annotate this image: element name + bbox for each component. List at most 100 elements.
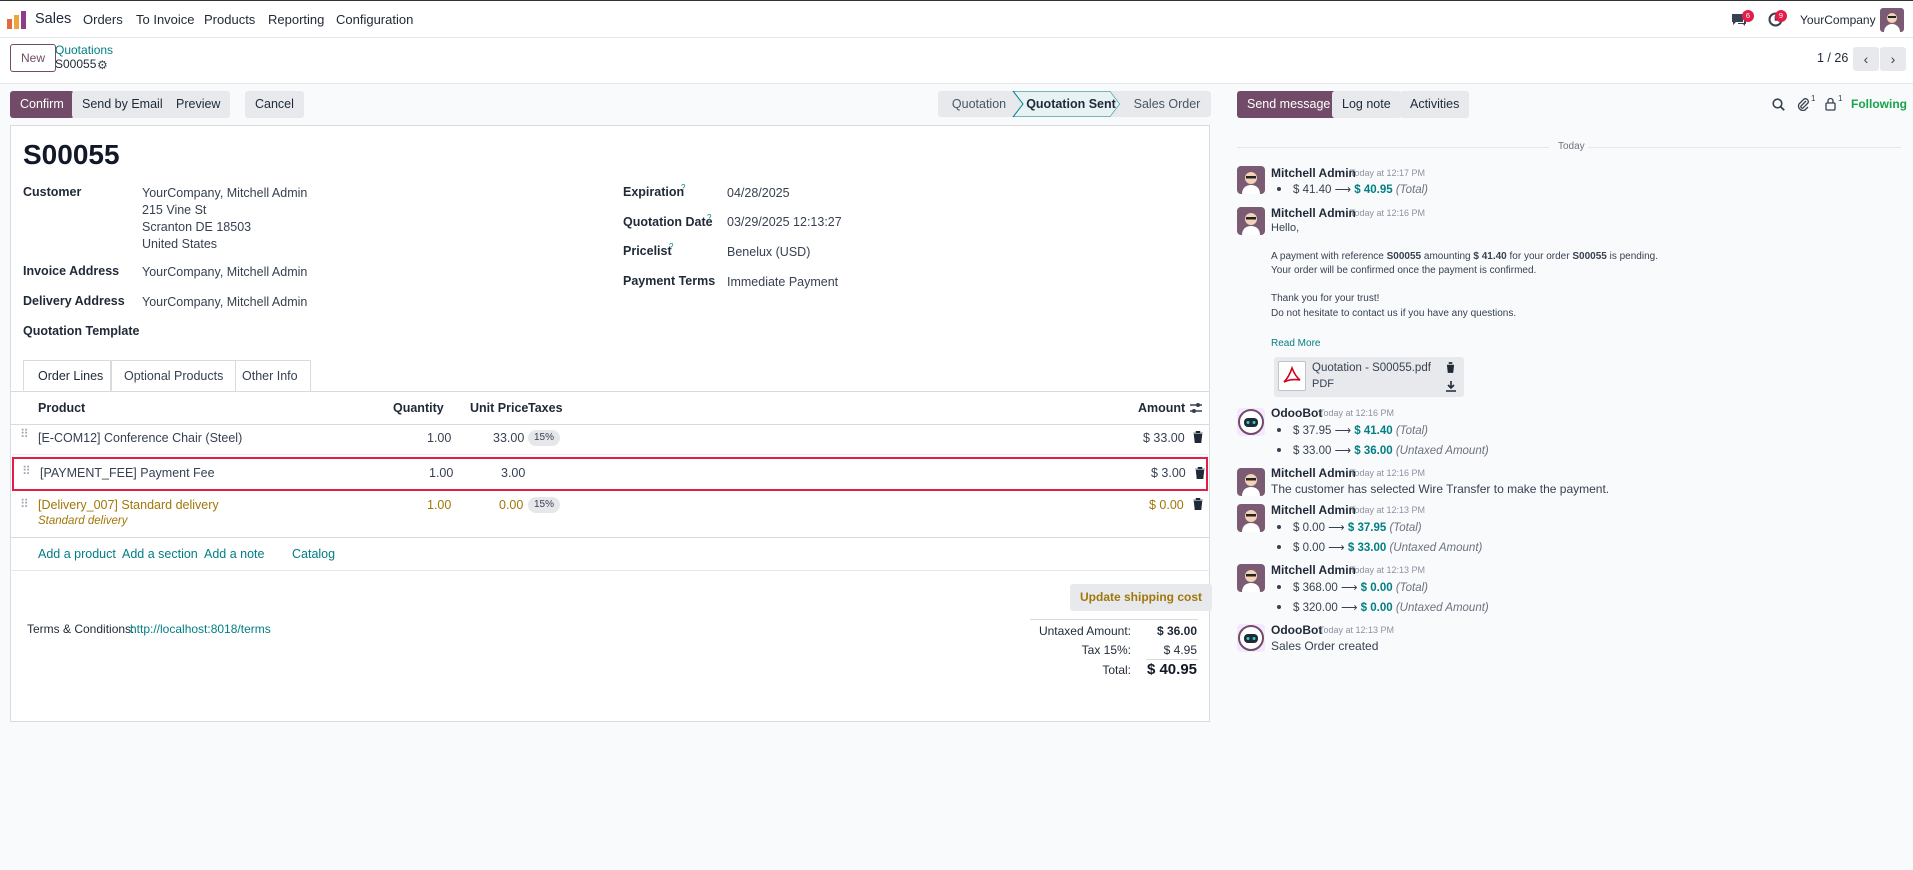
tab-optional-products[interactable]: Optional Products — [111, 360, 237, 391]
line-product[interactable]: [E-COM12] Conference Chair (Steel) — [38, 431, 242, 445]
payment-terms-field[interactable]: Immediate Payment — [727, 275, 838, 289]
line-unit-price[interactable]: 33.00 — [493, 431, 524, 445]
message-author[interactable]: Mitchell Admin — [1271, 466, 1356, 480]
quotation-date-field[interactable]: 03/29/2025 12:13:27 — [727, 215, 842, 229]
avatar[interactable] — [1237, 408, 1265, 436]
lock-icon[interactable] — [1825, 97, 1836, 111]
menu-to-invoice[interactable]: To Invoice — [136, 12, 195, 27]
header-product[interactable]: Product — [38, 401, 85, 415]
avatar[interactable] — [1237, 564, 1265, 592]
breadcrumb-quotations[interactable]: Quotations — [55, 43, 113, 57]
header-unit-price[interactable]: Unit Price — [470, 401, 528, 415]
gear-icon[interactable]: ⚙ — [97, 58, 108, 72]
avatar[interactable] — [1237, 166, 1265, 194]
read-more-link[interactable]: Read More — [1271, 338, 1320, 349]
optional-columns-icon[interactable] — [1190, 402, 1202, 414]
terms-link[interactable]: http://localhost:8018/terms — [130, 622, 271, 636]
menu-configuration[interactable]: Configuration — [336, 12, 413, 27]
customer-street: 215 Vine St — [142, 203, 207, 217]
avatar[interactable] — [1237, 468, 1265, 496]
pricelist-help[interactable]: ? — [669, 242, 673, 251]
attachment-card[interactable]: Quotation - S00055.pdf PDF — [1274, 357, 1464, 397]
expiration-field[interactable]: 04/28/2025 — [727, 186, 790, 200]
preview-button[interactable]: Preview — [166, 91, 231, 118]
message-author[interactable]: Mitchell Admin — [1271, 206, 1356, 220]
trash-icon[interactable] — [1193, 430, 1203, 444]
trash-icon[interactable] — [1446, 361, 1455, 373]
customer-name[interactable]: YourCompany, Mitchell Admin — [142, 186, 307, 200]
menu-reporting[interactable]: Reporting — [268, 12, 324, 27]
stage-quotation-sent[interactable]: Quotation Sent — [1025, 91, 1117, 117]
trash-icon[interactable] — [1195, 466, 1205, 480]
add-product-link[interactable]: Add a product — [38, 547, 116, 561]
trash-icon[interactable] — [1193, 497, 1203, 511]
quotation-date-help[interactable]: ? — [707, 213, 711, 222]
menu-orders[interactable]: Orders — [83, 12, 123, 27]
new-button[interactable]: New — [10, 44, 57, 72]
tax-badge[interactable]: 15% — [528, 497, 561, 513]
following-button[interactable]: Following — [1851, 97, 1907, 111]
send-by-email-button[interactable]: Send by Email — [72, 91, 173, 118]
pager-previous-button[interactable]: ‹ — [1853, 47, 1879, 71]
line-quantity[interactable]: 1.00 — [427, 498, 451, 512]
message-author[interactable]: Mitchell Admin — [1271, 166, 1356, 180]
drag-handle-icon[interactable]: ⠿ — [22, 465, 31, 482]
line-quantity[interactable]: 1.00 — [427, 431, 451, 445]
stage-sales-order[interactable]: Sales Order — [1122, 91, 1212, 117]
menu-products[interactable]: Products — [204, 12, 255, 27]
log-note-button[interactable]: Log note — [1332, 91, 1401, 118]
app-name[interactable]: Sales — [35, 11, 71, 27]
table-row[interactable]: ⠿ [Delivery_007] Standard delivery Stand… — [10, 492, 1210, 538]
message-author[interactable]: Mitchell Admin — [1271, 503, 1356, 517]
user-avatar[interactable] — [1880, 8, 1904, 32]
sales-app-icon[interactable] — [7, 11, 26, 29]
search-icon[interactable] — [1772, 98, 1785, 111]
catalog-link[interactable]: Catalog — [292, 547, 335, 561]
add-section-link[interactable]: Add a section — [122, 547, 198, 561]
tax-value: $ 4.95 — [1163, 643, 1197, 657]
confirm-button[interactable]: Confirm — [10, 91, 74, 118]
quotation-template-field[interactable] — [142, 322, 582, 340]
tab-order-lines[interactable]: Order Lines — [23, 360, 111, 391]
line-unit-price[interactable]: 3.00 — [501, 466, 525, 480]
tax-badge[interactable]: 15% — [528, 430, 561, 446]
drag-handle-icon[interactable]: ⠿ — [20, 428, 29, 445]
company-switcher[interactable]: YourCompany — [1800, 13, 1876, 27]
pager-next-button[interactable]: › — [1880, 47, 1906, 71]
activities-button[interactable]: Activities — [1400, 91, 1470, 118]
send-message-button[interactable]: Send message — [1237, 91, 1341, 118]
line-unit-price[interactable]: 0.00 — [499, 498, 523, 512]
download-icon[interactable] — [1446, 380, 1456, 392]
table-row[interactable]: ⠿ [PAYMENT_FEE] Payment Fee 1.00 3.00 $ … — [12, 457, 1208, 491]
header-quantity[interactable]: Quantity — [393, 401, 444, 415]
table-row[interactable]: ⠿ [E-COM12] Conference Chair (Steel) 1.0… — [10, 422, 1210, 455]
drag-handle-icon[interactable]: ⠿ — [20, 498, 29, 515]
line-product[interactable]: [Delivery_007] Standard delivery — [38, 498, 219, 512]
message-author[interactable]: OdooBot — [1271, 406, 1322, 420]
line-description[interactable]: Standard delivery — [38, 515, 128, 527]
add-note-link[interactable]: Add a note — [204, 547, 264, 561]
invoice-address-field[interactable]: YourCompany, Mitchell Admin — [142, 265, 307, 279]
quotation-date-label: Quotation Date — [623, 215, 713, 229]
message-author[interactable]: OdooBot — [1271, 623, 1322, 637]
line-product[interactable]: [PAYMENT_FEE] Payment Fee — [40, 466, 215, 480]
paperclip-icon[interactable] — [1797, 97, 1809, 112]
update-shipping-cost-button[interactable]: Update shipping cost — [1070, 584, 1213, 611]
pager-value[interactable]: 1 / 26 — [1817, 51, 1848, 65]
avatar[interactable] — [1237, 207, 1265, 235]
message-author[interactable]: Mitchell Admin — [1271, 563, 1356, 577]
header-taxes[interactable]: Taxes — [528, 401, 563, 415]
tab-other-info[interactable]: Other Info — [230, 360, 311, 391]
pricelist-field[interactable]: Benelux (USD) — [727, 245, 810, 259]
tracking-value: $ 33.00 ⟶ $ 36.00 (Untaxed Amount) — [1293, 445, 1489, 457]
header-amount[interactable]: Amount — [1138, 401, 1185, 415]
expiration-help[interactable]: ? — [681, 183, 685, 192]
stage-quotation[interactable]: Quotation — [943, 91, 1015, 117]
avatar[interactable] — [1237, 504, 1265, 532]
delivery-address-field[interactable]: YourCompany, Mitchell Admin — [142, 295, 307, 309]
cancel-button[interactable]: Cancel — [245, 91, 304, 118]
avatar[interactable] — [1237, 624, 1265, 652]
control-panel: New Quotations S00055 ⚙ 1 / 26 ‹ › — [0, 38, 1913, 84]
list-bullet — [1277, 605, 1281, 609]
line-quantity[interactable]: 1.00 — [429, 466, 453, 480]
